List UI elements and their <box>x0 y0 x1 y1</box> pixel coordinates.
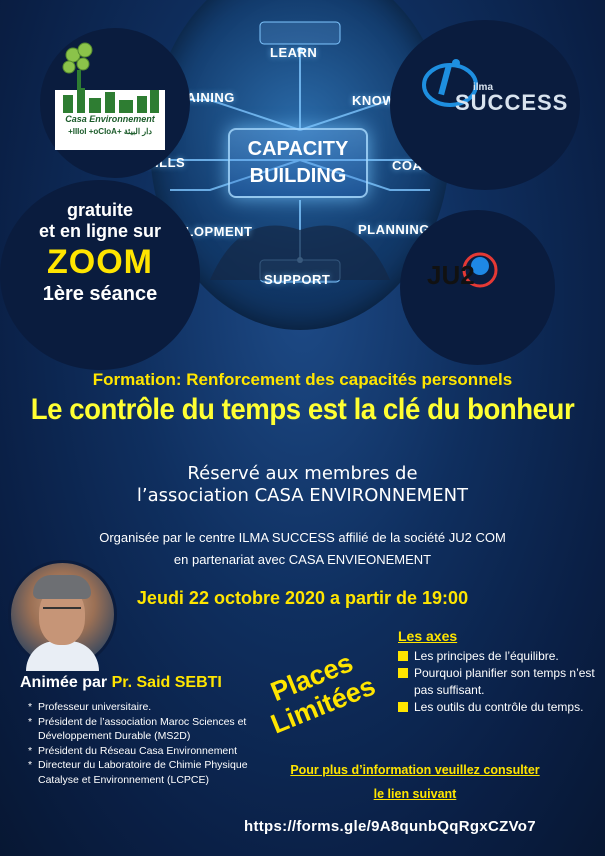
speaker-prefix: Animée par <box>20 674 112 691</box>
axes-title: Les axes <box>398 628 458 644</box>
casa-logo-name: Casa Environnement <box>55 113 165 125</box>
reserve-line1: Réservé aux membres de <box>187 463 418 484</box>
bio-item: * Directeur du Laboratoire de Chimie Phys… <box>28 759 248 786</box>
speaker-photo-glasses <box>43 607 81 617</box>
bullet-square-icon <box>398 702 408 712</box>
bio-item: * Président de l’association Maroc Scienc… <box>28 715 247 743</box>
organizer-line1: Organisée par le centre ILMA SUCCESS aff… <box>99 530 506 545</box>
speaker-photo-shirt <box>26 641 99 671</box>
ju2-logo-text: JU2 <box>427 260 475 290</box>
speaker-photo-hair <box>33 575 91 599</box>
speaker-bio: * Professeur universitaire. * Président de… <box>28 700 278 787</box>
zoom-free-label: gratuite <box>66 200 133 220</box>
reserve-note: Réservé aux membres de l’association CAS… <box>0 463 605 507</box>
casa-logo-subtitle: +IIIoI +oCIoA+ دار البيئة <box>55 126 165 138</box>
speaker-name: Pr. Said SEBTI <box>111 674 222 691</box>
formation-heading: Formation: Renforcement des capacités pe… <box>92 370 513 389</box>
keyword-learn: LEARN <box>270 45 318 60</box>
bullet-square-icon <box>398 668 408 678</box>
zoom-session-label: 1ère séance <box>42 283 158 305</box>
reserve-line2: l’association CASA ENVIRONNEMENT <box>136 485 469 506</box>
capacity-building-box: CAPACITY BUILDING <box>228 128 368 198</box>
more-info-line1: Pour plus d’information veuillez consult… <box>290 763 540 777</box>
organizer-note: Organisée par le centre ILMA SUCCESS aff… <box>0 527 605 571</box>
axes-list: Les principes de l’équilibre. Pourquoi p… <box>398 648 603 716</box>
zoom-online-label: et en ligne sur <box>38 221 162 241</box>
poster: LEARN TRAINING KNOWLEDGE SKILLS COACHING… <box>0 0 605 856</box>
bio-item: * Président du Réseau Casa Environnement <box>28 744 238 757</box>
capacity-line2: BUILDING <box>249 165 347 187</box>
axes-item: Pourquoi planifier son temps n’est pas s… <box>398 665 603 699</box>
zoom-info: gratuite et en ligne sur ZOOM 1ère séanc… <box>10 200 190 306</box>
more-info-line2: le lien suivant <box>373 787 457 801</box>
keyword-support: SUPPORT <box>264 272 331 287</box>
speaker-photo <box>8 560 117 671</box>
registration-link[interactable]: https://forms.gle/9A8qunbQqRgxCZVo7 <box>244 818 536 835</box>
axes-item: Les principes de l’équilibre. <box>398 648 603 665</box>
zoom-platform: ZOOM <box>47 243 153 281</box>
ilma-logo-name: SUCCESS <box>455 90 569 115</box>
more-info-link[interactable]: Pour plus d’information veuillez consult… <box>255 758 575 806</box>
main-title: Le contrôle du temps est la clé du bonhe… <box>30 393 575 426</box>
speaker-heading: Animée par Pr. Said SEBTI <box>20 674 222 692</box>
ju2-logo: JU2 <box>427 252 498 290</box>
axes-item: Les outils du contrôle du temps. <box>398 699 603 716</box>
capacity-line1: CAPACITY <box>247 138 349 160</box>
places-limited-badge: Places Limitées <box>237 635 410 775</box>
bullet-square-icon <box>398 651 408 661</box>
